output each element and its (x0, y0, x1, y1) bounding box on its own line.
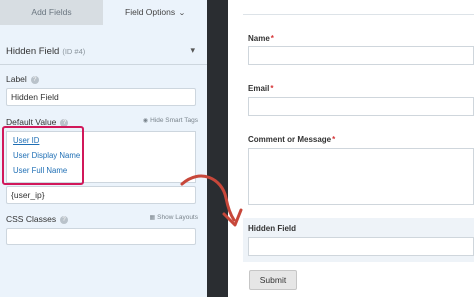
field-id: (ID #4) (62, 47, 86, 56)
name-label: Name* (248, 34, 274, 43)
hidden-field-input[interactable] (248, 237, 474, 256)
name-input[interactable] (248, 46, 474, 65)
name-label-text: Name (248, 34, 270, 43)
required-marker: * (270, 84, 274, 93)
css-classes-heading: CSS Classes? (6, 214, 69, 224)
email-label-text: Email (248, 84, 270, 93)
default-value-input[interactable]: {user_ip} (6, 186, 196, 204)
comment-label: Comment or Message* (248, 135, 335, 144)
label-heading: Label? (6, 74, 39, 84)
required-marker: * (332, 135, 336, 144)
field-options-panel: Add Fields Field Options ⌄ Hidden Field (I… (0, 0, 207, 297)
tab-field-options[interactable]: Field Options ⌄ (103, 0, 207, 25)
label-heading-text: Label (6, 74, 27, 84)
label-input[interactable]: Hidden Field (6, 88, 196, 106)
hide-smart-tags-link[interactable]: ◉ Hide Smart Tags (143, 117, 198, 124)
field-section-header[interactable]: Hidden Field (ID #4) ▾ (0, 35, 207, 65)
chevron-down-icon: ⌄ (178, 10, 186, 17)
panel-divider (207, 0, 228, 297)
submit-button[interactable]: Submit (249, 270, 297, 290)
email-input[interactable] (248, 97, 474, 116)
required-marker: * (270, 34, 274, 43)
layouts-grid-icon: ▦ (149, 215, 156, 221)
curved-arrow-path (180, 174, 236, 222)
highlight-box (2, 126, 84, 185)
hide-smart-tags-label: Hide Smart Tags (150, 117, 198, 124)
panel-tabs: Add Fields Field Options ⌄ (0, 0, 207, 25)
field-title-text: Hidden Field (6, 46, 60, 57)
hidden-field-label: Hidden Field (248, 224, 296, 233)
help-icon[interactable]: ? (60, 216, 69, 224)
curved-arrow-icon (180, 174, 243, 227)
form-top-rule (243, 14, 474, 15)
smart-tags-icon: ◉ (142, 118, 149, 124)
help-icon[interactable]: ? (30, 76, 39, 84)
tab-add-fields[interactable]: Add Fields (0, 0, 103, 25)
field-title: Hidden Field (ID #4) (6, 46, 85, 57)
comment-textarea[interactable] (248, 148, 474, 205)
comment-label-text: Comment or Message (248, 135, 332, 144)
tab-field-options-label: Field Options (125, 7, 176, 17)
collapse-chevron-icon[interactable]: ▾ (190, 45, 195, 56)
css-classes-heading-text: CSS Classes (6, 214, 57, 224)
hidden-field-label-text: Hidden Field (248, 224, 296, 233)
css-classes-input[interactable] (6, 228, 196, 245)
email-label: Email* (248, 84, 273, 93)
